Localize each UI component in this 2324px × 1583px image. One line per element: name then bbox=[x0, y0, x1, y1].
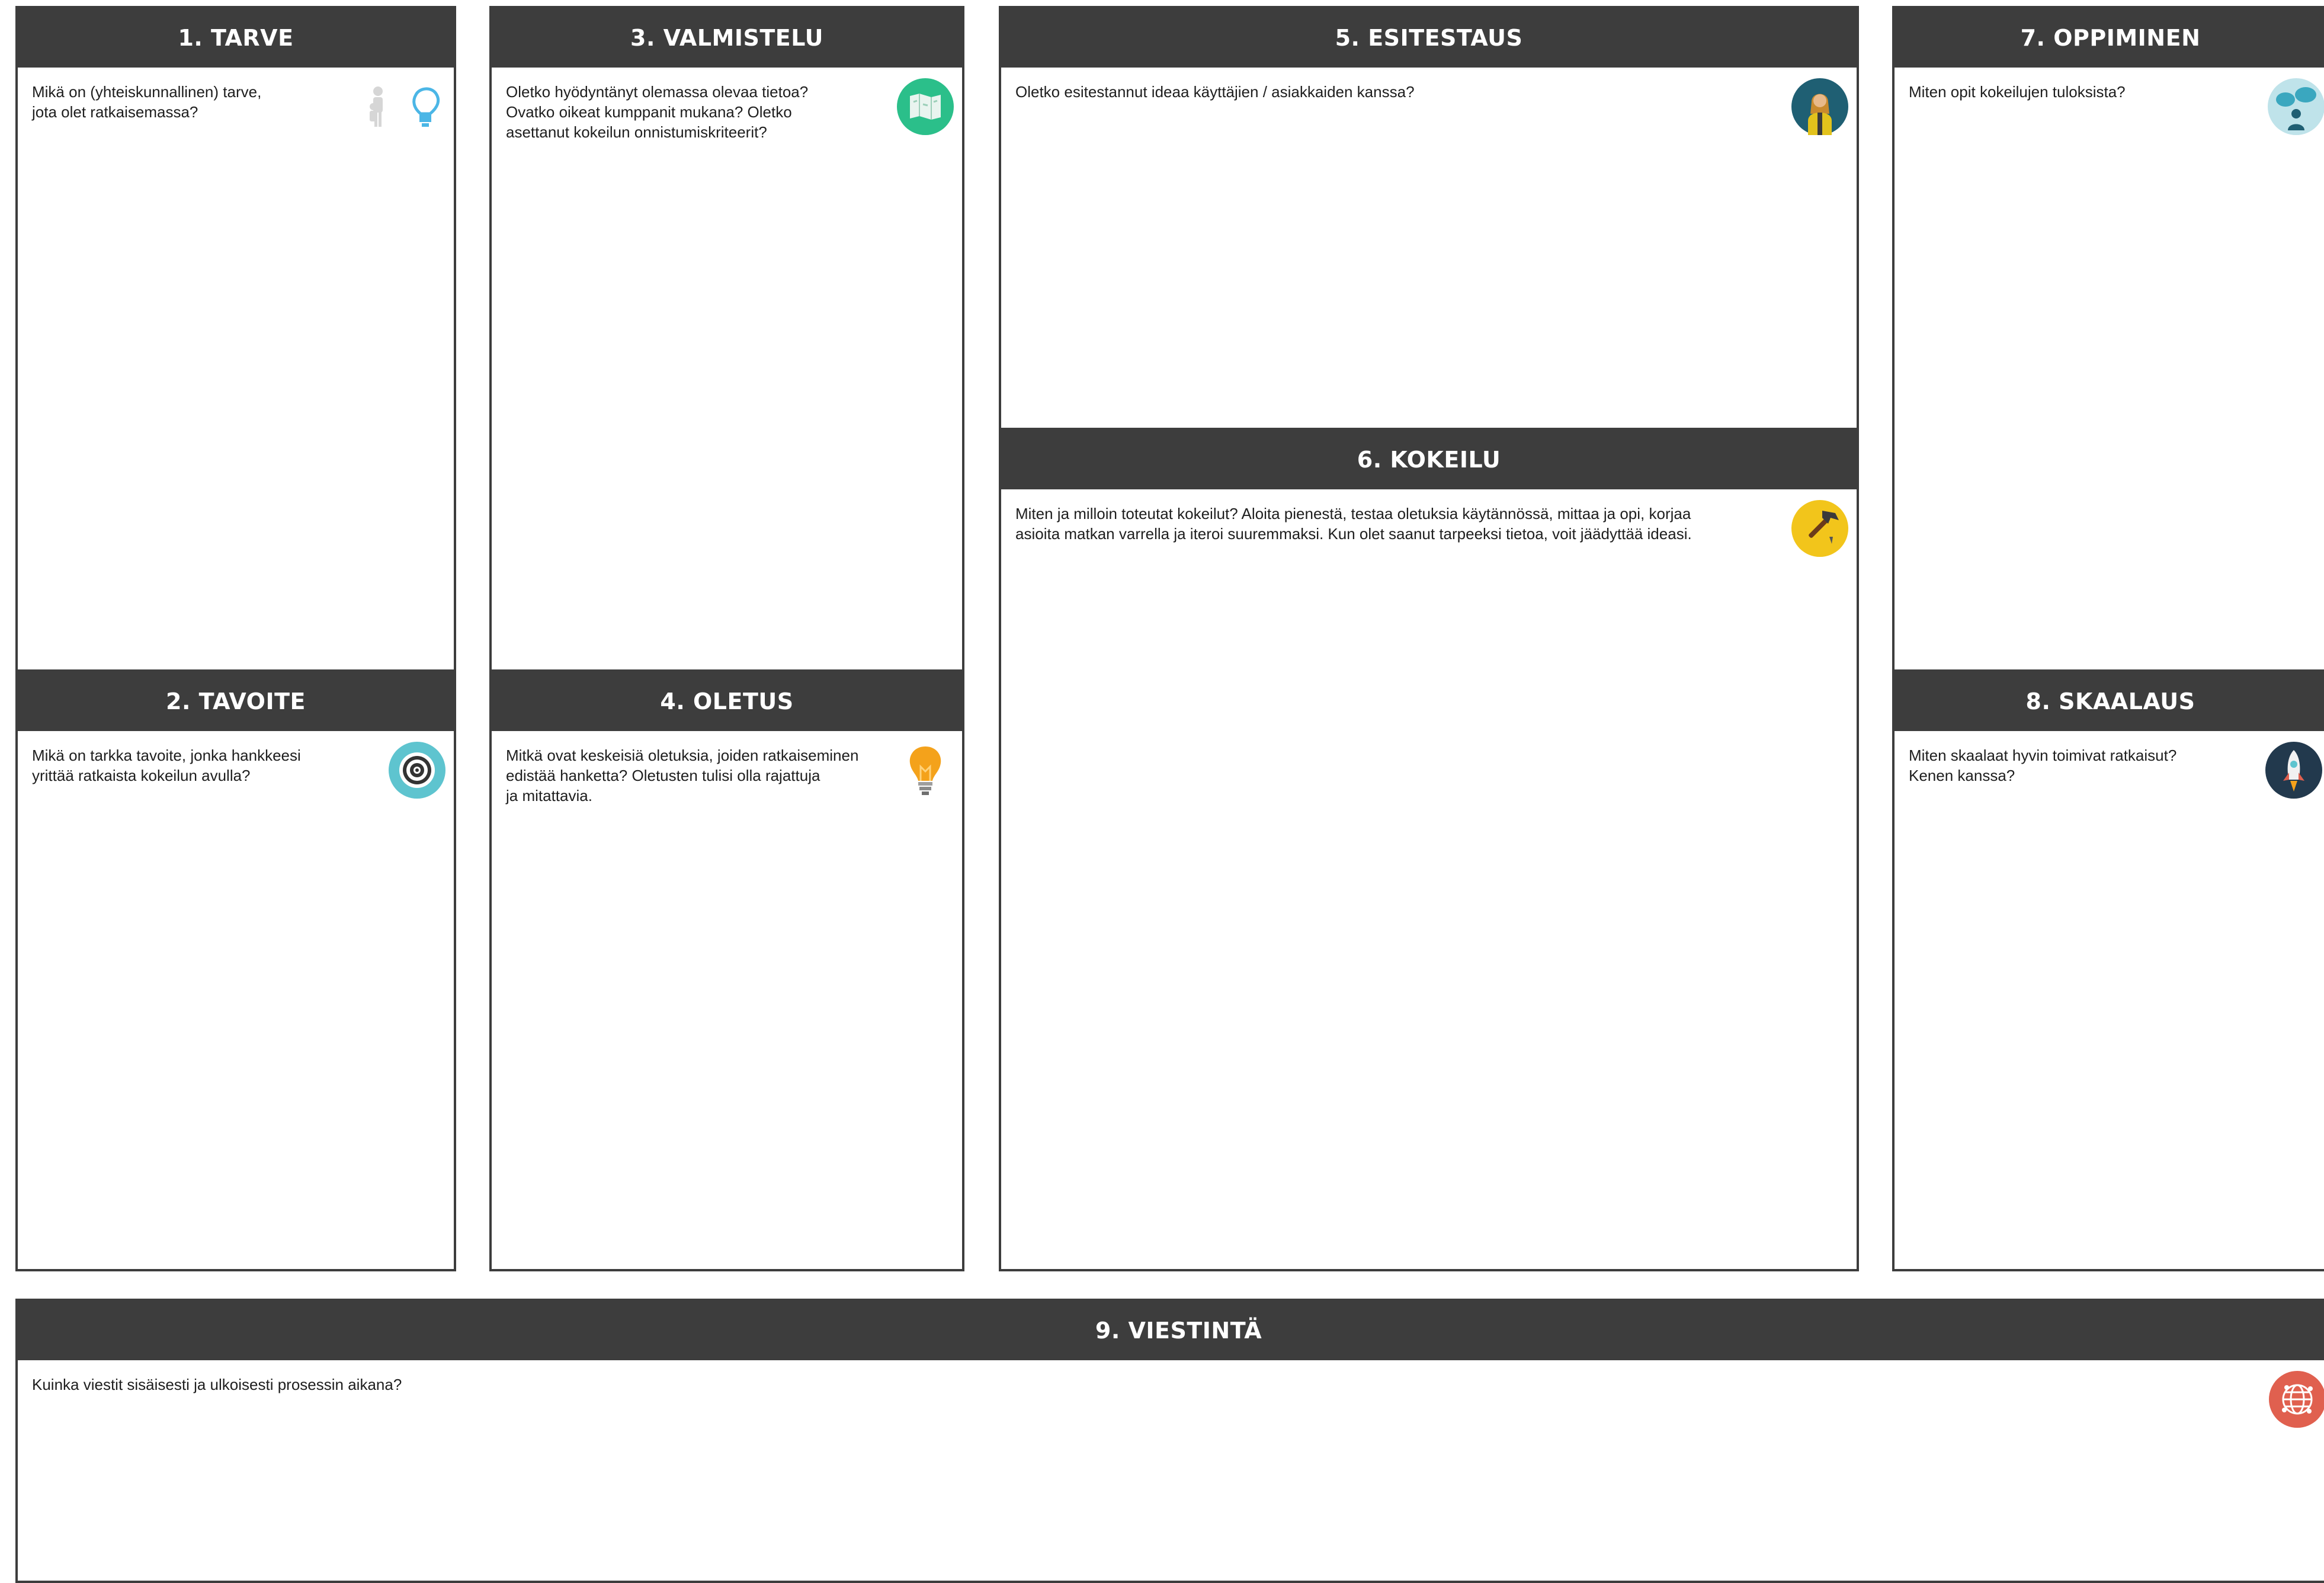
card-title: 8. SKAALAUS bbox=[1895, 672, 2324, 731]
card-body: Oletko hyödyntänyt olemassa olevaa tieto… bbox=[492, 68, 962, 142]
card-title: 7. OPPIMINEN bbox=[1895, 8, 2324, 68]
card-title: 5. ESITESTAUS bbox=[1001, 8, 1857, 68]
map-icon bbox=[897, 78, 954, 135]
card-tarve: 1. TARVE Mikä on (yhteiskunnallinen) tar… bbox=[15, 6, 456, 679]
target-icon bbox=[389, 742, 445, 799]
card-body: Mitkä ovat keskeisiä oletuksia, joiden r… bbox=[492, 731, 962, 806]
card-tavoite: 2. TAVOITE Mikä on tarkka tavoite, jonka… bbox=[15, 669, 456, 1271]
card-title: 2. TAVOITE bbox=[18, 672, 454, 731]
card-body: Mikä on tarkka tavoite, jonka hankkeesi … bbox=[18, 731, 454, 799]
card-valmistelu: 3. VALMISTELU Oletko hyödyntänyt olemass… bbox=[489, 6, 964, 679]
globe-icon bbox=[2269, 1371, 2324, 1428]
card-oppiminen: 7. OPPIMINEN Miten opit kokeilujen tulok… bbox=[1892, 6, 2324, 679]
card-question: Miten ja milloin toteutat kokeilut? Aloi… bbox=[1015, 505, 1692, 543]
speech-bubbles-icon bbox=[2268, 78, 2324, 135]
card-skaalaus: 8. SKAALAUS Miten skaalaat hyvin toimiva… bbox=[1892, 669, 2324, 1271]
card-question: Oletko hyödyntänyt olemassa olevaa tieto… bbox=[506, 83, 809, 141]
person-icon bbox=[1791, 78, 1848, 135]
card-body: Miten skaalaat hyvin toimivat ratkaisut?… bbox=[1895, 731, 2324, 799]
card-question: Miten opit kokeilujen tuloksista? bbox=[1909, 83, 2126, 101]
card-title: 9. VIESTINTÄ bbox=[18, 1301, 2324, 1360]
card-body: Oletko esitestannut ideaa käyttäjien / a… bbox=[1001, 68, 1857, 135]
hammer-icon bbox=[1791, 500, 1848, 557]
card-body: Mikä on (yhteiskunnallinen) tarve, jota … bbox=[18, 68, 454, 127]
card-body: Miten ja milloin toteutat kokeilut? Aloi… bbox=[1001, 489, 1857, 557]
people-lightbulb-icon bbox=[354, 78, 449, 135]
card-title: 3. VALMISTELU bbox=[492, 8, 962, 68]
card-body: Miten opit kokeilujen tuloksista? bbox=[1895, 68, 2324, 135]
card-kokeilu: 6. KOKEILU Miten ja milloin toteutat kok… bbox=[999, 428, 1859, 1271]
card-oletus: 4. OLETUS Mitkä ovat keskeisiä oletuksia… bbox=[489, 669, 964, 1271]
card-question: Miten skaalaat hyvin toimivat ratkaisut?… bbox=[1909, 746, 2177, 784]
card-title: 4. OLETUS bbox=[492, 672, 962, 731]
card-question: Mikä on (yhteiskunnallinen) tarve, jota … bbox=[32, 83, 262, 121]
card-question: Mikä on tarkka tavoite, jonka hankkeesi … bbox=[32, 746, 301, 784]
card-esitestaus: 5. ESITESTAUS Oletko esitestannut ideaa … bbox=[999, 6, 1859, 430]
lightbulb-icon bbox=[897, 742, 954, 799]
card-viestinta: 9. VIESTINTÄ Kuinka viestit sisäisesti j… bbox=[15, 1299, 2324, 1583]
card-question: Mitkä ovat keskeisiä oletuksia, joiden r… bbox=[506, 746, 859, 805]
card-title: 1. TARVE bbox=[18, 8, 454, 68]
card-body: Kuinka viestit sisäisesti ja ulkoisesti … bbox=[18, 1360, 2324, 1428]
card-title: 6. KOKEILU bbox=[1001, 430, 1857, 489]
card-question: Oletko esitestannut ideaa käyttäjien / a… bbox=[1015, 83, 1415, 101]
rocket-icon bbox=[2265, 742, 2322, 799]
card-question: Kuinka viestit sisäisesti ja ulkoisesti … bbox=[32, 1376, 402, 1393]
